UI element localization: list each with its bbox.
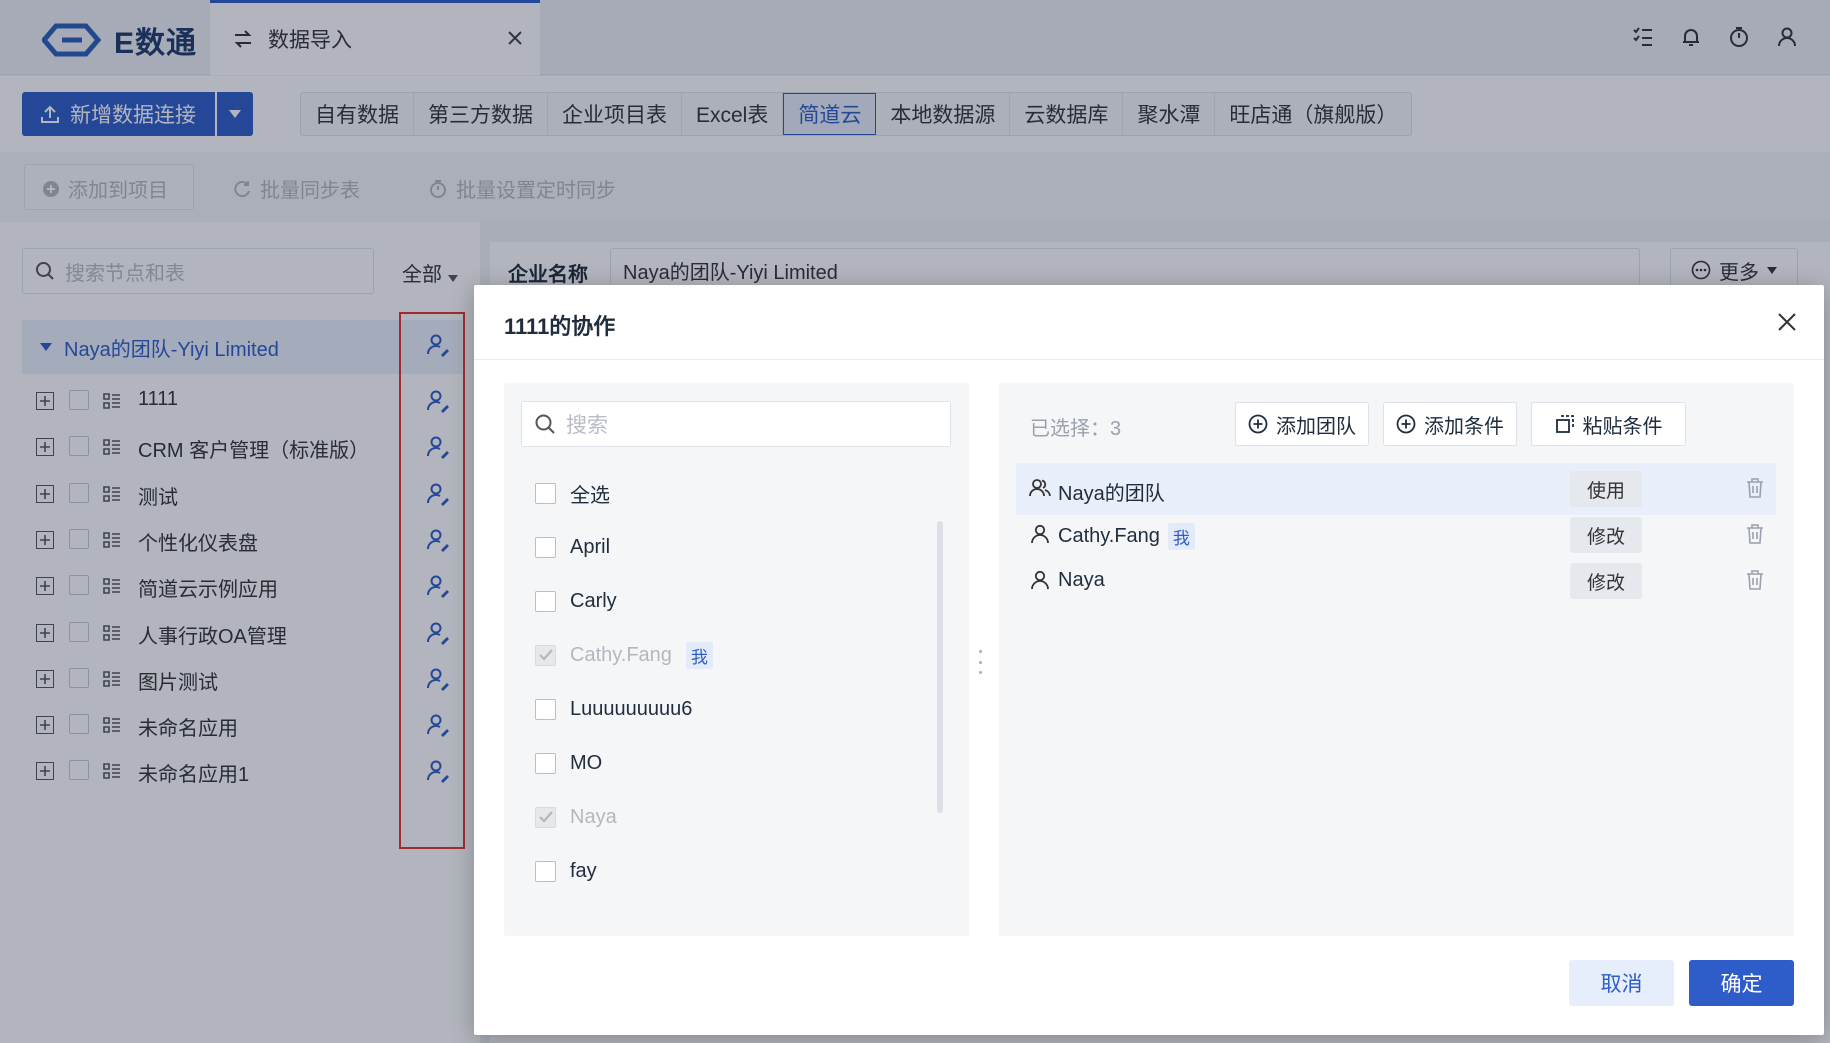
user-checkbox bbox=[535, 806, 556, 828]
user-list: 全选 April Carly Cathy.Fang 我 Luuuuuuuuu6 MO Nay… bbox=[504, 466, 944, 896]
member-row: Cathy.Fang 我 修改 bbox=[1016, 509, 1776, 561]
collaboration-dialog: 1111的协作 搜索 全选 April Carly Cathy.Fang 我 Luuuu… bbox=[474, 285, 1824, 1035]
user-checkbox[interactable] bbox=[535, 860, 556, 882]
user-checkbox[interactable] bbox=[535, 536, 556, 558]
trash-icon[interactable] bbox=[1745, 523, 1765, 545]
member-role-select[interactable]: 使用 bbox=[1570, 471, 1642, 507]
plus-circle-icon bbox=[1248, 414, 1268, 434]
team-icon bbox=[1029, 477, 1051, 499]
trash-icon[interactable] bbox=[1745, 569, 1765, 591]
user-name: Cathy.Fang bbox=[570, 643, 672, 666]
user-row[interactable]: April bbox=[504, 520, 944, 574]
user-name: Naya bbox=[570, 805, 617, 828]
selected-panel: 已选择：3 添加团队 添加条件 粘贴条件 Naya的团队 使用 Cathy.Fang… bbox=[999, 383, 1794, 936]
user-list-scrollbar[interactable] bbox=[937, 521, 943, 813]
select-all-checkbox[interactable] bbox=[535, 482, 556, 504]
user-row[interactable]: MO bbox=[504, 736, 944, 790]
add-condition-button[interactable]: 添加条件 bbox=[1383, 402, 1517, 446]
user-row: Naya bbox=[504, 790, 944, 844]
panel-splitter[interactable] bbox=[978, 650, 982, 674]
close-icon[interactable] bbox=[1772, 307, 1802, 337]
paste-icon bbox=[1555, 414, 1575, 434]
member-role-select[interactable]: 修改 bbox=[1570, 517, 1642, 553]
cancel-button[interactable]: 取消 bbox=[1569, 960, 1674, 1006]
me-badge: 我 bbox=[1167, 523, 1195, 550]
member-name: Cathy.Fang bbox=[1058, 525, 1160, 547]
member-row: Naya的团队 使用 bbox=[1016, 463, 1776, 515]
user-name: fay bbox=[570, 859, 597, 882]
select-all-row[interactable]: 全选 bbox=[504, 466, 944, 520]
plus-circle-icon bbox=[1396, 414, 1416, 434]
add-team-button[interactable]: 添加团队 bbox=[1235, 402, 1369, 446]
member-row: Naya 修改 bbox=[1016, 555, 1776, 607]
add-team-label: 添加团队 bbox=[1276, 415, 1356, 438]
user-icon bbox=[1029, 523, 1051, 545]
user-row[interactable]: Luuuuuuuuu6 bbox=[504, 682, 944, 736]
me-badge: 我 bbox=[685, 641, 713, 669]
user-name: Luuuuuuuuu6 bbox=[570, 697, 693, 720]
user-checkbox[interactable] bbox=[535, 698, 556, 720]
add-condition-label: 添加条件 bbox=[1424, 415, 1504, 438]
user-checkbox bbox=[535, 644, 556, 666]
user-row[interactable]: fay bbox=[504, 844, 944, 896]
search-placeholder: 搜索 bbox=[566, 414, 608, 437]
user-picker-panel: 搜索 全选 April Carly Cathy.Fang 我 Luuuuuuuuu6 MO… bbox=[504, 383, 969, 936]
user-checkbox[interactable] bbox=[535, 590, 556, 612]
user-row[interactable]: Carly bbox=[504, 574, 944, 628]
user-search-input[interactable]: 搜索 bbox=[521, 401, 951, 447]
search-icon bbox=[534, 413, 556, 435]
confirm-button[interactable]: 确定 bbox=[1689, 960, 1794, 1006]
user-row: Cathy.Fang 我 bbox=[504, 628, 944, 682]
trash-icon[interactable] bbox=[1745, 477, 1765, 499]
user-name: April bbox=[570, 535, 611, 558]
dialog-divider bbox=[474, 359, 1824, 360]
user-name: MO bbox=[570, 751, 603, 774]
selected-count: 已选择：3 bbox=[1030, 418, 1122, 440]
dialog-title: 1111的协作 bbox=[504, 314, 616, 339]
user-checkbox[interactable] bbox=[535, 752, 556, 774]
user-name: Carly bbox=[570, 589, 617, 612]
member-name: Naya bbox=[1058, 569, 1105, 591]
member-role-select[interactable]: 修改 bbox=[1570, 563, 1642, 599]
select-all-label: 全选 bbox=[570, 484, 610, 507]
paste-condition-button[interactable]: 粘贴条件 bbox=[1531, 402, 1686, 446]
member-name: Naya的团队 bbox=[1058, 483, 1165, 505]
user-icon bbox=[1029, 569, 1051, 591]
paste-condition-label: 粘贴条件 bbox=[1582, 415, 1663, 438]
